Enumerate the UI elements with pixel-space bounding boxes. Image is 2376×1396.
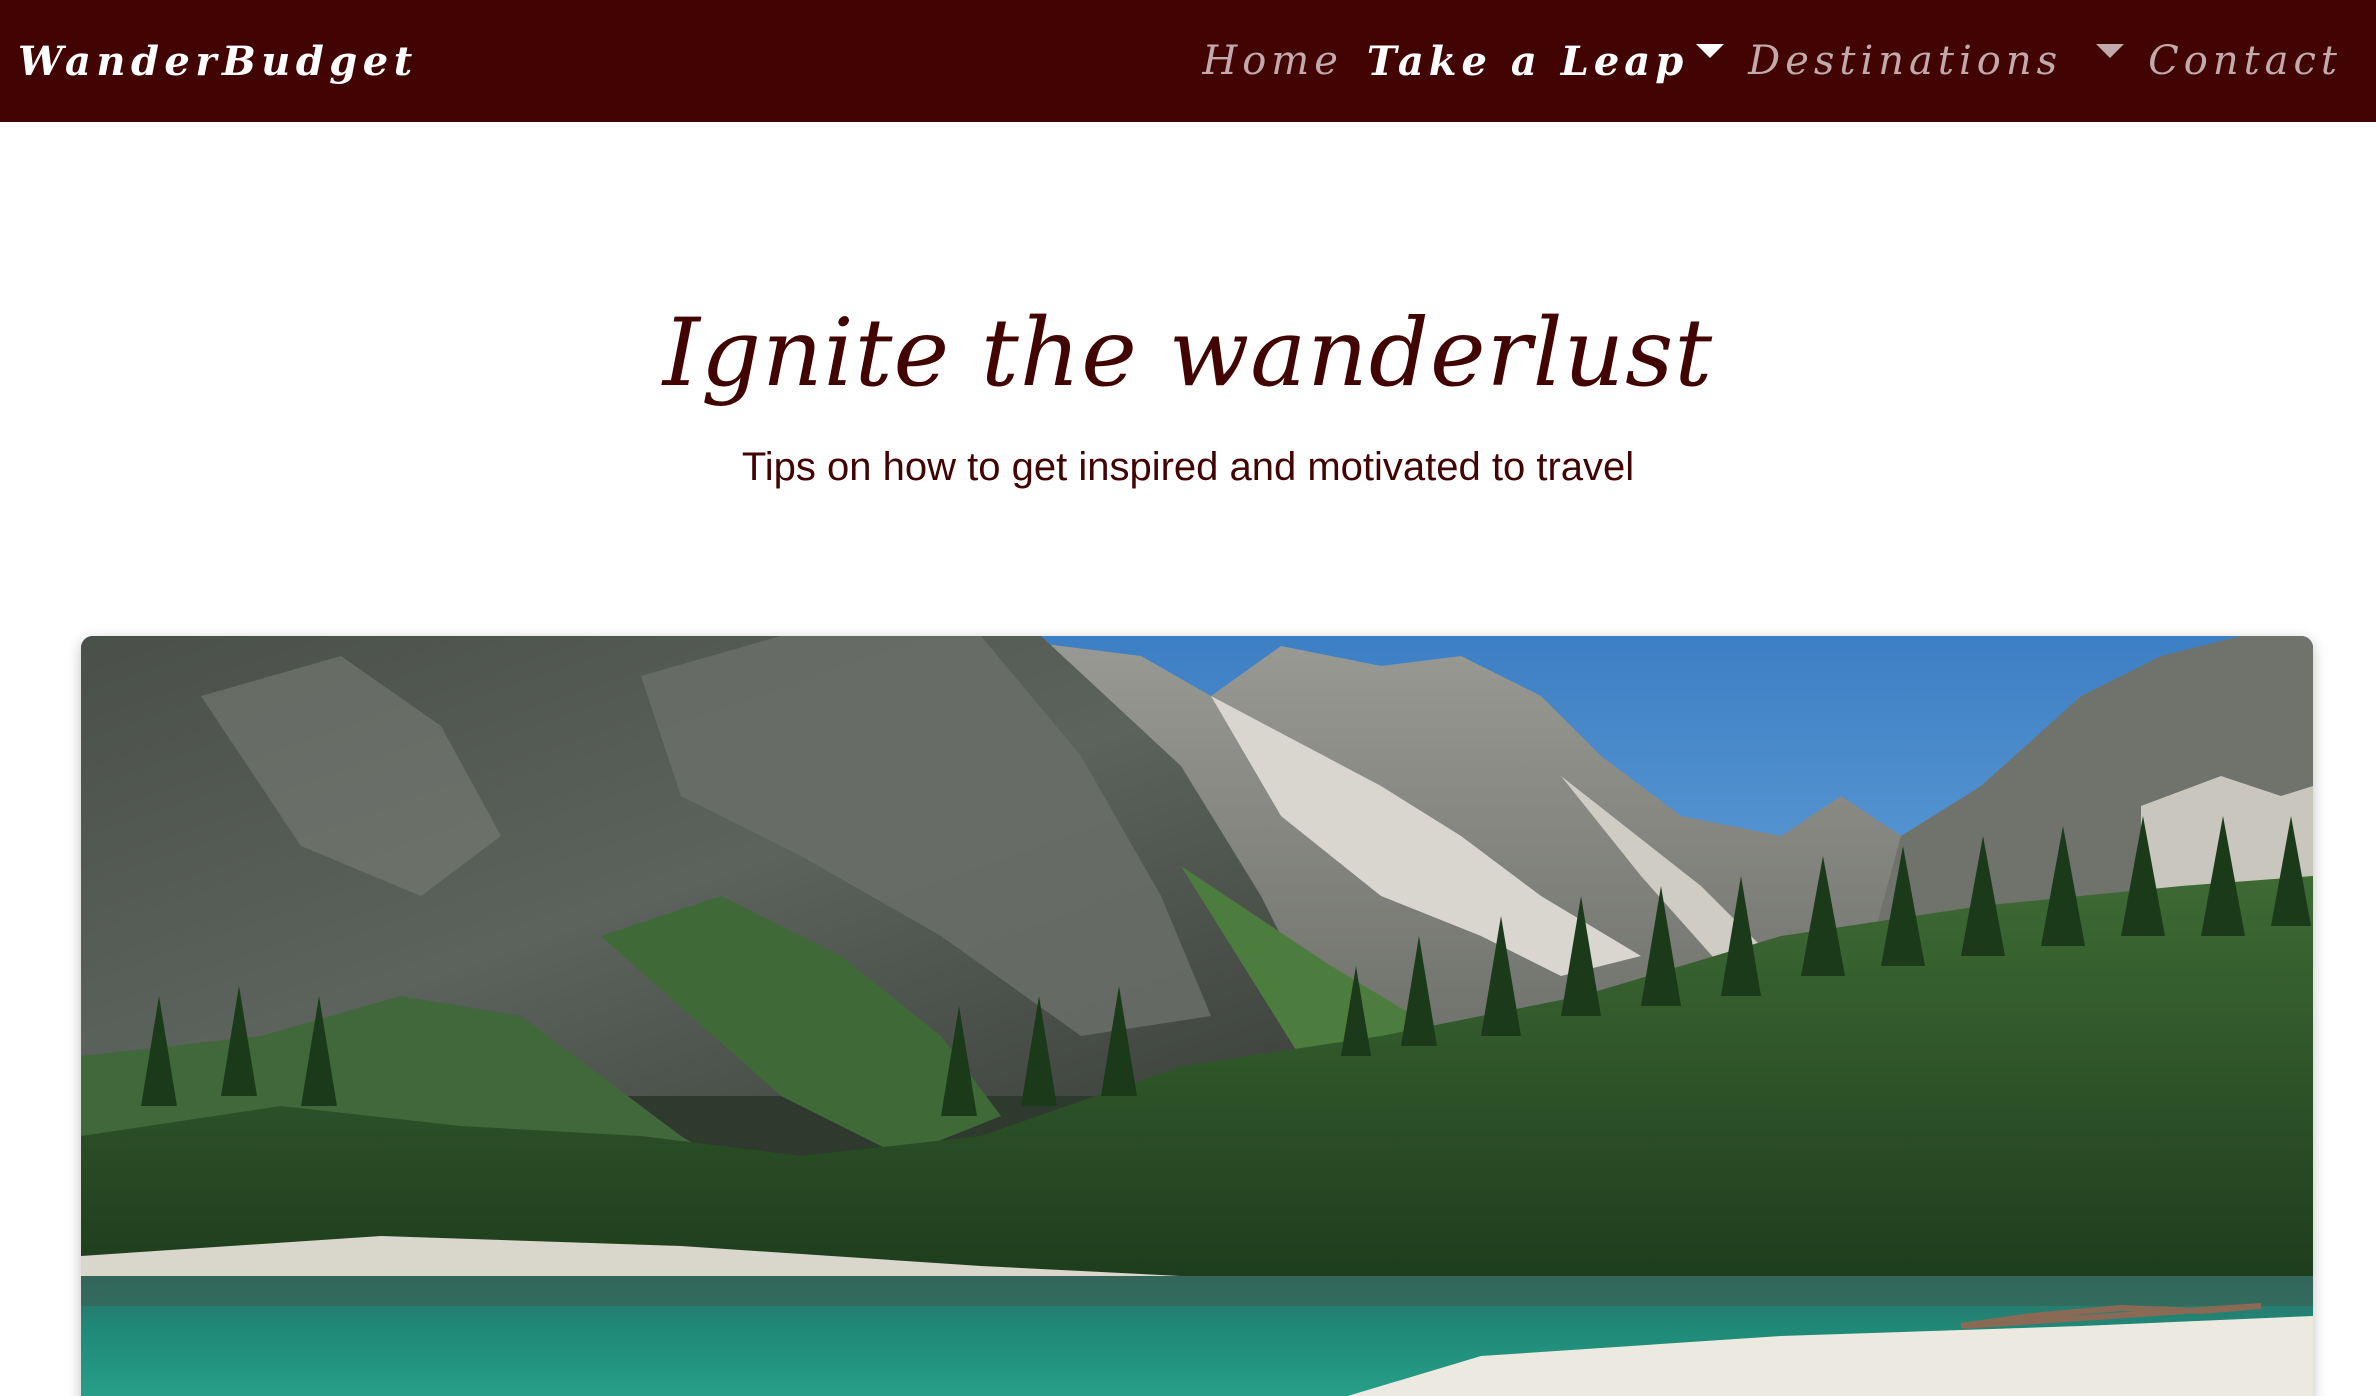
nav-dropdown-take-a-leap[interactable]: Take a Leap	[1355, 0, 1736, 122]
nav-link-contact[interactable]: Contact	[2136, 0, 2354, 122]
mountain-lake-photo	[81, 636, 2313, 1396]
nav-dropdown-destinations[interactable]: Destinations	[1736, 0, 2136, 122]
nav-link-contact-label: Contact	[2148, 38, 2342, 84]
mountain-lake-illustration	[81, 636, 2313, 1396]
hero-title: Ignite the wanderlust	[662, 299, 1714, 408]
nav-link-destinations-label: Destinations	[1748, 38, 2063, 84]
nav-link-home-label: Home	[1202, 38, 1343, 84]
top-navbar: WanderBudget Home Take a Leap Destinatio…	[0, 0, 2376, 122]
hero-subtitle: Tips on how to get inspired and motivate…	[741, 445, 1635, 489]
nav-link-take-a-leap-label: Take a Leap	[1366, 37, 1689, 85]
hero-section: Ignite the wanderlust Tips on how to get…	[0, 122, 2376, 490]
caret-down-icon	[1696, 44, 1725, 58]
brand-logo[interactable]: WanderBudget	[18, 38, 418, 85]
caret-down-icon	[2096, 44, 2125, 58]
nav-link-home[interactable]: Home	[1190, 0, 1355, 122]
nav-links: Home Take a Leap Destinations Contact	[1190, 0, 2354, 122]
